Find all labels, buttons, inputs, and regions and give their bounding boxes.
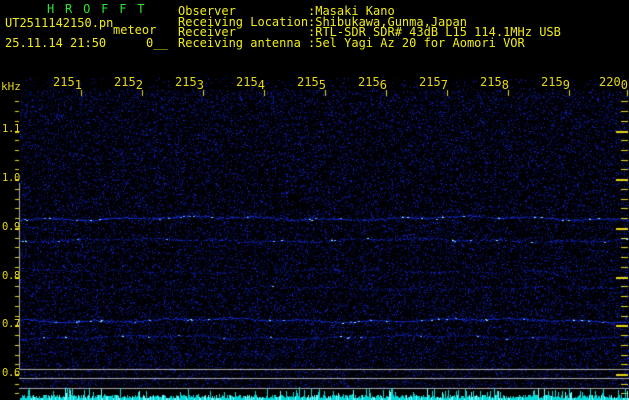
hrofft-screen: H R O F F T UT2511142150.pn meteor 25.11…	[0, 0, 629, 400]
freq-label-0.9: 0.9	[2, 221, 21, 233]
freq-label-0.6: 0.6	[2, 367, 21, 379]
freq-axis: 1.1 1.0 0.9 0.8 0.7 0.6	[0, 0, 629, 400]
freq-label-0.8: 0.8	[2, 270, 21, 282]
freq-label-1.0: 1.0	[2, 172, 21, 184]
freq-label-1.1: 1.1	[2, 123, 21, 135]
freq-label-0.7: 0.7	[2, 318, 21, 330]
